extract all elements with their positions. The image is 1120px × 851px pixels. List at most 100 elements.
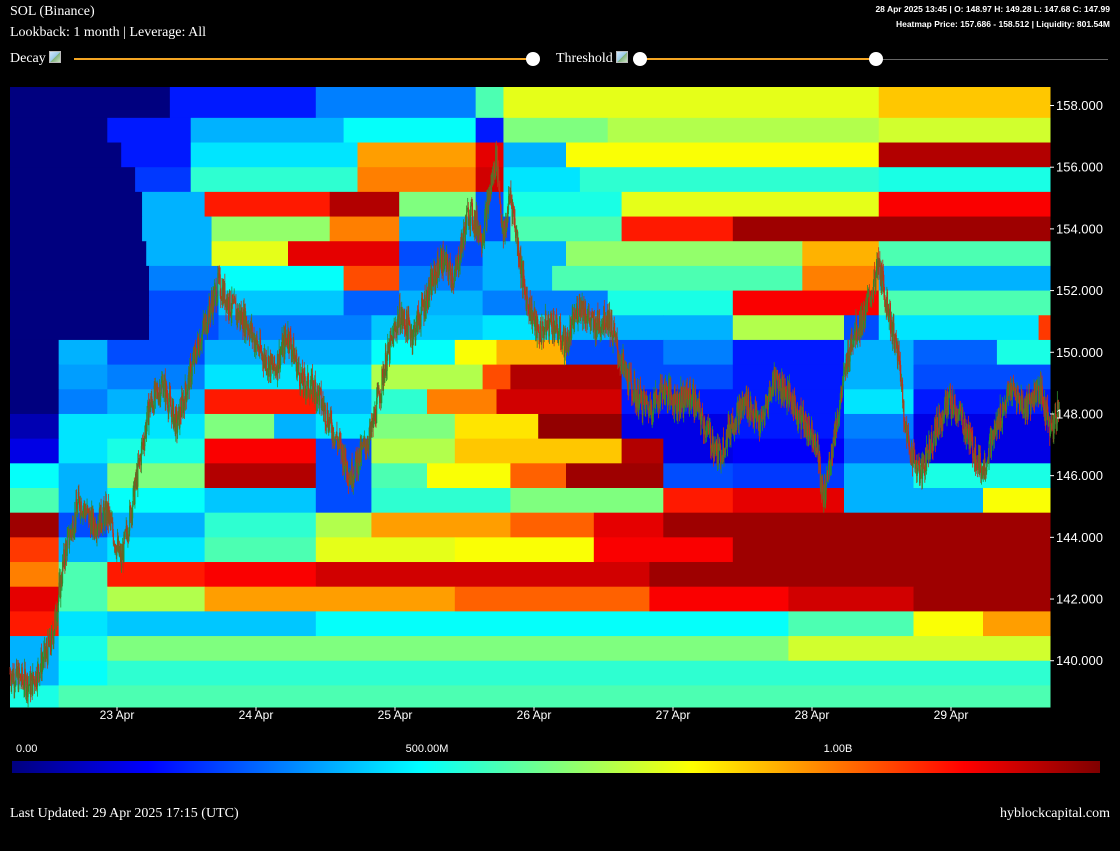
site-link[interactable]: hyblockcapital.com [1000,806,1110,822]
heatmap-cell [10,438,60,464]
heatmap-cell [10,167,136,193]
date-tick-label: 27 Apr [656,708,691,722]
heatmap-cell [135,167,192,193]
date-tick-label: 26 Apr [517,708,552,722]
heatmap-cell [844,463,914,489]
heatmap-cell [204,438,317,464]
heatmap-cell [10,463,60,489]
heatmap-cell [732,339,845,366]
heatmap-cell [315,487,372,514]
colorbar: 0.00 500.00M 1.00B [12,743,1100,773]
candle-body [406,310,408,326]
candle-body [567,332,569,337]
heatmap-cell [10,241,147,267]
heatmap-cell [996,339,1051,366]
heatmap-cell [454,438,623,464]
heatmap-cell [107,636,789,662]
candle-body [186,394,188,401]
heatmap-cell [371,463,428,489]
heatmap-cell [371,512,511,538]
candle-body [64,543,67,565]
heatmap-cell [844,438,914,464]
candle-body [100,504,102,526]
heatmap-cell [371,487,511,514]
candle-body [839,404,841,417]
candle-body [719,445,722,465]
heatmap-cell [913,611,984,637]
heatmap-cell [878,315,1040,341]
heatmap-cell [844,364,914,390]
heatmap-cell [190,167,358,193]
heatmap-cell [510,216,623,242]
heatmap-cell [10,265,150,292]
heatmap-cell [58,389,108,415]
candle-body [548,323,551,337]
candle-body [69,539,71,545]
candle-body [440,250,443,271]
heatmap-cell [399,191,477,218]
heatmap-cell [190,142,358,168]
candle-body [227,297,229,313]
candle-body [450,268,452,281]
candle-body [170,406,172,410]
heatmap-cell [204,191,331,218]
heatmap-cell [218,265,345,292]
candle-body [229,290,231,314]
candle-body [452,272,454,286]
candle-body [619,359,621,366]
heatmap-cell [211,216,331,242]
candle-body [642,394,644,416]
candle-body [185,382,187,393]
heatmap-cell [315,562,456,588]
heatmap-cell [107,413,206,440]
heatmap-cell [454,537,595,563]
heatmap-cell [107,463,206,489]
heatmap-cell [274,413,317,440]
heatmap-cell [142,191,206,218]
candle-body [472,224,474,228]
heatmap-cell [663,315,734,341]
liquidation-heatmap-chart[interactable]: 140.000 142.000 144.000 146.000 148.000 150.0… [0,0,1120,800]
candle-body [817,439,819,458]
candle-body [448,269,450,279]
heatmap-cell [10,413,60,440]
heatmap-cell [878,191,1051,218]
heatmap-cell [58,685,1051,708]
heatmap-cell [315,537,456,563]
candle-body [951,395,953,408]
heatmap-cell [878,265,1051,292]
heatmap-cell [566,241,803,267]
candle-body [1011,390,1013,398]
heatmap-cell [913,389,1051,415]
heatmap-cell [107,438,206,464]
heatmap-cell [913,586,1051,612]
heatmap-cell [482,241,567,267]
candle-body [499,201,501,205]
heatmap-cell [10,487,60,514]
heatmap-cell [10,537,60,563]
heatmap-cell [343,117,477,144]
heatmap-cell [10,364,60,390]
heatmap-cell [10,142,122,168]
heatmap-cell [663,463,734,489]
price-tick-label: 140.000 [1056,653,1103,668]
candle-body [134,486,136,504]
heatmap-cell [878,142,1051,168]
heatmap-cell [146,241,213,267]
heatmap-cell [10,586,60,612]
heatmap-cell [878,290,1051,316]
heatmap-cell [315,512,372,538]
candle-body [652,401,654,415]
heatmap-cell [475,87,504,119]
heatmap-cell [983,487,1051,514]
price-tick-label: 148.000 [1056,406,1103,421]
heatmap-cell [58,438,108,464]
heatmap-cell [475,117,504,144]
heatmap-cell [621,438,664,464]
heatmap-cell [566,339,664,366]
heatmap-cell [149,265,219,292]
candle-body [364,437,366,446]
candle-body [959,404,962,411]
heatmap-cell [496,389,623,415]
heatmap-cell [107,660,1051,686]
